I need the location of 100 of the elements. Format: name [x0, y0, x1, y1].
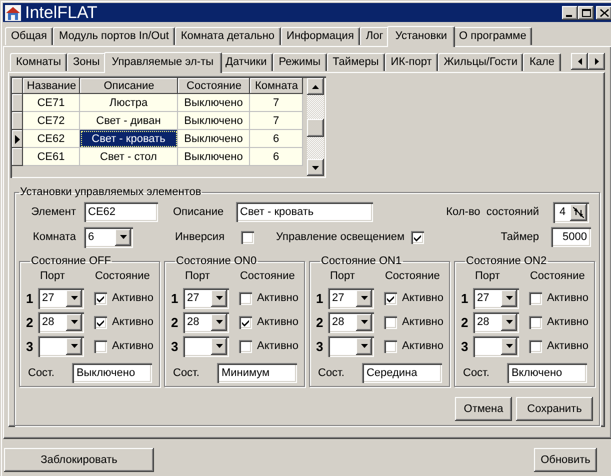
checkmark-icon — [96, 318, 105, 326]
element-field[interactable]: CE62 — [84, 202, 158, 222]
tab[interactable]: О программе — [453, 27, 532, 45]
port-dropdown[interactable] — [38, 336, 84, 356]
checkbox[interactable] — [529, 340, 542, 352]
column-label: Порт — [330, 270, 355, 282]
table-cell: Свет - кровать — [80, 130, 178, 148]
tab[interactable]: Жильцы/Гости — [438, 53, 524, 71]
minimize-button[interactable] — [562, 6, 578, 20]
port-number: 1 — [316, 290, 324, 306]
tab[interactable]: Лог — [360, 27, 390, 45]
port-dropdown[interactable] — [328, 336, 374, 356]
row-header[interactable] — [12, 112, 23, 130]
tab[interactable]: Комнаты — [10, 53, 67, 71]
maximize-button[interactable] — [578, 6, 594, 20]
tab[interactable]: Режимы — [272, 53, 327, 71]
field-label: Сост. — [173, 367, 200, 379]
scroll-up-button[interactable] — [307, 78, 324, 95]
caret-icon — [70, 296, 78, 300]
window-title: IntelFLAT — [25, 3, 98, 22]
tab[interactable]: Таймеры — [326, 53, 385, 71]
checkbox[interactable] — [94, 292, 107, 304]
scrollbar-thumb[interactable] — [307, 119, 324, 137]
state-name-field[interactable]: Минимум — [217, 363, 298, 383]
state-name-field[interactable]: Выключено — [72, 363, 152, 383]
tab[interactable]: Установки — [387, 26, 456, 47]
checkbox[interactable] — [410, 230, 424, 244]
checkbox-label: Активно — [257, 292, 298, 304]
checkbox[interactable] — [239, 340, 252, 352]
field-label: Сост. — [463, 367, 490, 379]
port-dropdown[interactable]: 28 — [473, 312, 519, 332]
checkbox[interactable] — [384, 316, 397, 328]
column-label: Порт — [475, 270, 500, 282]
app-icon — [5, 4, 21, 20]
column-header[interactable]: Комната — [250, 78, 303, 94]
scroll-right-button[interactable] — [588, 53, 605, 70]
tab[interactable]: Общая — [5, 27, 53, 45]
checkbox[interactable] — [94, 340, 107, 352]
checkbox[interactable] — [239, 292, 252, 304]
timer-field[interactable]: 5000 — [551, 227, 591, 247]
column-label: Порт — [185, 270, 210, 282]
refresh-button[interactable]: Обновить — [534, 448, 597, 472]
state-name-field[interactable]: Включено — [507, 363, 588, 383]
port-dropdown[interactable]: 27 — [183, 288, 229, 308]
tab[interactable]: Модуль портов In/Out — [52, 27, 175, 45]
tab[interactable]: Датчики — [220, 53, 273, 71]
port-dropdown[interactable]: 28 — [38, 312, 84, 332]
checkbox-label: Активно — [547, 292, 588, 304]
port-dropdown[interactable]: 28 — [328, 312, 374, 332]
spin-field[interactable]: 4 — [553, 202, 589, 222]
tab[interactable]: Управляемые эл-ты — [104, 52, 222, 73]
port-dropdown[interactable] — [473, 336, 519, 356]
tab[interactable]: Кале — [523, 53, 561, 71]
caret-icon — [216, 344, 222, 348]
checkbox-label: Активно — [112, 340, 154, 352]
tab[interactable]: ИК-порт — [384, 53, 438, 71]
save-button[interactable]: Сохранить — [516, 397, 593, 421]
table-cell: 7 — [250, 112, 303, 130]
column-header[interactable]: Описание — [80, 78, 178, 94]
field-label: Управление освещением — [276, 231, 405, 243]
row-header[interactable] — [12, 94, 23, 112]
port-dropdown[interactable]: 28 — [183, 312, 229, 332]
arrow-up-icon — [312, 84, 319, 88]
port-dropdown[interactable]: 27 — [473, 288, 519, 308]
checkbox[interactable] — [384, 340, 397, 352]
checkmark-icon — [412, 232, 422, 242]
description-field[interactable]: Свет - кровать — [236, 202, 373, 222]
field-label: Комната — [32, 231, 76, 243]
checkbox[interactable] — [529, 292, 542, 304]
column-header[interactable]: Название — [23, 78, 80, 94]
checkbox[interactable] — [94, 316, 107, 328]
close-button[interactable] — [596, 6, 611, 20]
port-dropdown[interactable] — [183, 336, 229, 356]
scroll-down-button[interactable] — [307, 159, 324, 176]
spin-button[interactable] — [570, 204, 587, 220]
column-header[interactable]: Состояние — [178, 78, 250, 94]
cancel-button[interactable]: Отмена — [455, 397, 512, 421]
tab[interactable]: Информация — [280, 27, 360, 45]
port-dropdown[interactable]: 27 — [38, 288, 84, 308]
checkbox[interactable] — [239, 316, 252, 328]
port-dropdown[interactable]: 27 — [328, 288, 374, 308]
scrollbar[interactable] — [307, 78, 324, 176]
port-number: 2 — [461, 314, 470, 330]
port-number: 3 — [171, 338, 180, 354]
scroll-left-button[interactable] — [571, 53, 588, 70]
row-header[interactable] — [12, 148, 23, 166]
table-cell: Свет - стол — [80, 148, 178, 166]
tab[interactable]: Комната детально — [174, 27, 281, 45]
checkbox[interactable] — [384, 292, 397, 304]
tab[interactable]: Зоны — [66, 53, 106, 71]
row-header[interactable] — [12, 130, 23, 148]
checkbox[interactable] — [241, 230, 254, 244]
checkbox-label: Активно — [257, 340, 298, 352]
room-dropdown[interactable]: 6 — [84, 226, 133, 248]
caret-icon — [70, 344, 78, 348]
lock-button[interactable]: Заблокировать — [4, 448, 154, 472]
table-cell: 6 — [250, 148, 303, 166]
state-name-field[interactable]: Середина — [362, 363, 442, 383]
checkbox[interactable] — [529, 316, 542, 328]
port-number: 2 — [26, 314, 34, 330]
